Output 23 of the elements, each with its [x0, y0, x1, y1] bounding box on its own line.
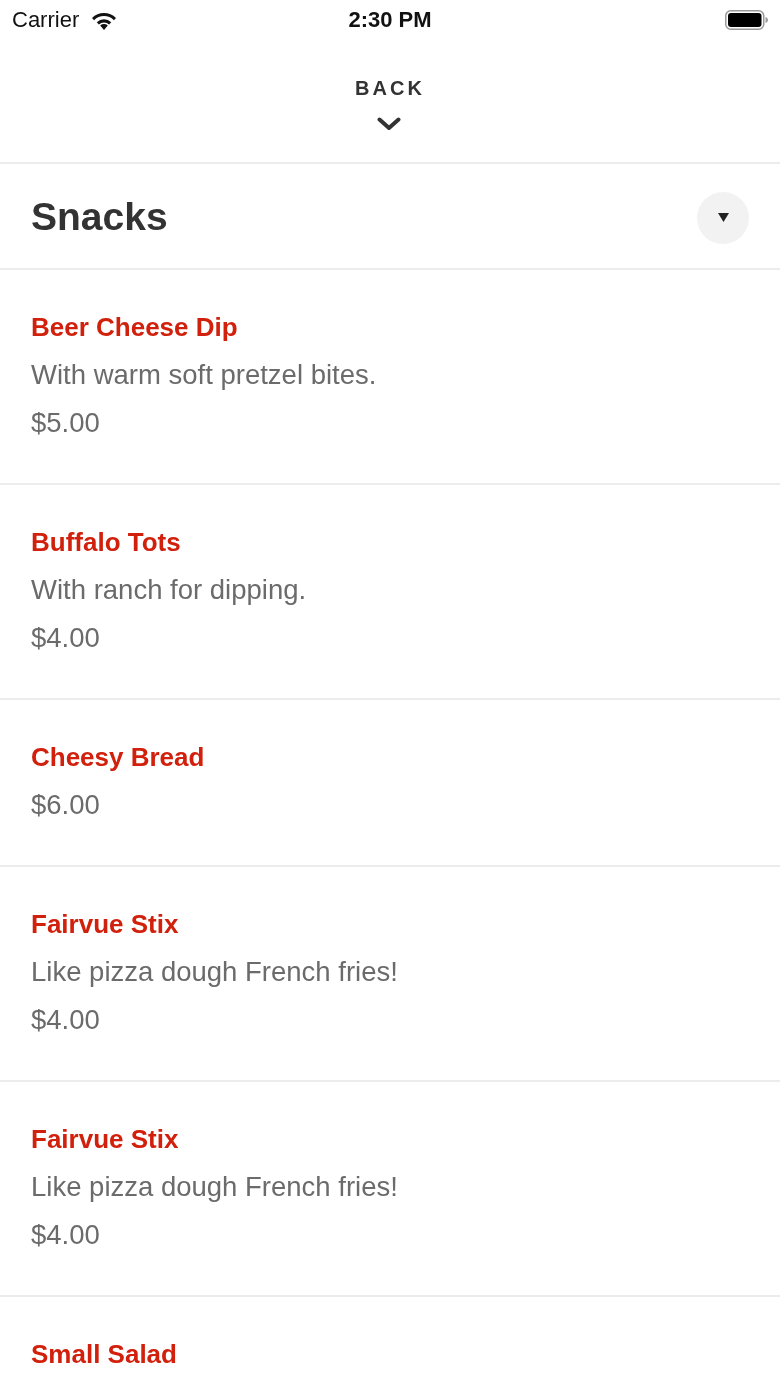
- item-price: $4.00: [31, 621, 101, 655]
- chevron-down-icon: [376, 117, 401, 131]
- item-price: $4.00: [31, 1218, 101, 1252]
- carrier-name: Carrier: [12, 7, 80, 33]
- item-name: Fairvue Stix: [31, 908, 180, 941]
- wifi-icon: [91, 10, 118, 30]
- item-description: Like pizza dough French fries!: [31, 1170, 399, 1204]
- item-price: $6.00: [31, 788, 101, 822]
- item-description: With warm soft pretzel bites.: [31, 358, 378, 392]
- item-name: Cheesy Bread: [31, 741, 206, 774]
- item-description: With ranch for dipping.: [31, 573, 308, 607]
- item-price: $5.00: [31, 406, 101, 440]
- back-button[interactable]: BACK: [355, 77, 425, 131]
- item-name: Fairvue Stix: [31, 1123, 180, 1156]
- item-name: Buffalo Tots: [31, 526, 182, 559]
- item-name: Small Salad: [31, 1338, 178, 1371]
- caret-down-icon: [717, 213, 729, 222]
- item-description: Like pizza dough French fries!: [31, 955, 399, 989]
- section-title: Snacks: [31, 196, 168, 236]
- battery-icon: [725, 10, 768, 30]
- item-price: $4.00: [31, 1003, 101, 1037]
- status-time: 2:30 PM: [348, 7, 432, 33]
- item-name: Beer Cheese Dip: [31, 311, 239, 344]
